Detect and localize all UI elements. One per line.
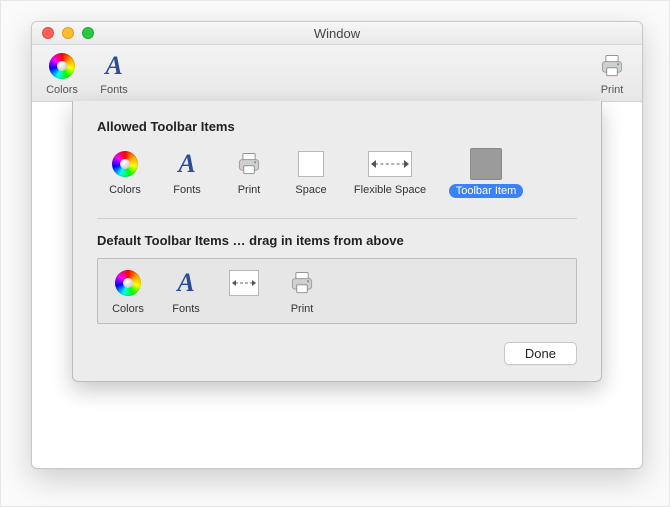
palette-item-space[interactable]: Space <box>289 148 333 196</box>
palette-item-label: Print <box>291 303 314 315</box>
allowed-items-heading: Allowed Toolbar Items <box>97 119 577 134</box>
print-icon <box>286 267 318 299</box>
palette-item-label: Fonts <box>173 184 201 196</box>
toolbar-item-print[interactable]: Print <box>592 50 632 96</box>
default-items-heading: Default Toolbar Items … drag in items fr… <box>97 233 577 248</box>
toolbar-item-colors[interactable]: Colors <box>42 50 82 96</box>
palette-item-print[interactable]: Print <box>227 148 271 196</box>
window-toolbar: Colors A Fonts Print <box>32 45 642 102</box>
fonts-icon: A <box>177 270 194 296</box>
palette-item-label: Colors <box>112 303 144 315</box>
print-icon <box>596 50 628 82</box>
customize-toolbar-sheet: Allowed Toolbar Items Colors A Fonts Pri… <box>72 101 602 382</box>
generic-toolbar-item-icon <box>470 148 502 180</box>
traffic-lights <box>32 27 94 39</box>
print-icon <box>233 148 265 180</box>
minimize-button[interactable] <box>62 27 74 39</box>
colors-icon <box>115 270 141 296</box>
section-divider <box>97 218 577 219</box>
default-item-flexible-space[interactable] <box>224 267 264 303</box>
done-button[interactable]: Done <box>504 342 577 365</box>
toolbar-item-label: Print <box>601 84 624 96</box>
close-button[interactable] <box>42 27 54 39</box>
toolbar-item-label: Colors <box>46 84 78 96</box>
fonts-icon: A <box>105 53 122 79</box>
palette-item-label: Flexible Space <box>354 184 426 196</box>
palette-item-label: Colors <box>109 184 141 196</box>
palette-item-generic[interactable]: Toolbar Item <box>447 148 525 198</box>
default-item-fonts[interactable]: A Fonts <box>166 267 206 315</box>
sheet-footer: Done <box>97 342 577 365</box>
toolbar-item-fonts[interactable]: A Fonts <box>94 50 134 96</box>
flexible-space-icon <box>368 151 412 177</box>
default-item-print[interactable]: Print <box>282 267 322 315</box>
default-toolbar-box[interactable]: Colors A Fonts Print <box>97 258 577 324</box>
window-title: Window <box>32 26 642 41</box>
palette-item-label: Print <box>238 184 261 196</box>
window-titlebar[interactable]: Window <box>32 22 642 45</box>
default-item-colors[interactable]: Colors <box>108 267 148 315</box>
allowed-items-row: Colors A Fonts Print Space <box>97 144 577 212</box>
palette-item-label: Toolbar Item <box>449 184 524 198</box>
colors-icon <box>112 151 138 177</box>
space-icon <box>298 151 324 177</box>
palette-item-label: Fonts <box>172 303 200 315</box>
palette-item-label: Space <box>295 184 326 196</box>
zoom-button[interactable] <box>82 27 94 39</box>
palette-item-colors[interactable]: Colors <box>103 148 147 196</box>
flexible-space-icon <box>229 270 259 296</box>
palette-item-fonts[interactable]: A Fonts <box>165 148 209 196</box>
palette-item-flexible-space[interactable]: Flexible Space <box>351 148 429 196</box>
colors-icon <box>49 53 75 79</box>
editor-canvas: Window Colors A Fonts Print Allowed Tool… <box>0 0 670 507</box>
fonts-icon: A <box>178 151 195 177</box>
toolbar-item-label: Fonts <box>100 84 128 96</box>
app-window: Window Colors A Fonts Print Allowed Tool… <box>31 21 643 469</box>
